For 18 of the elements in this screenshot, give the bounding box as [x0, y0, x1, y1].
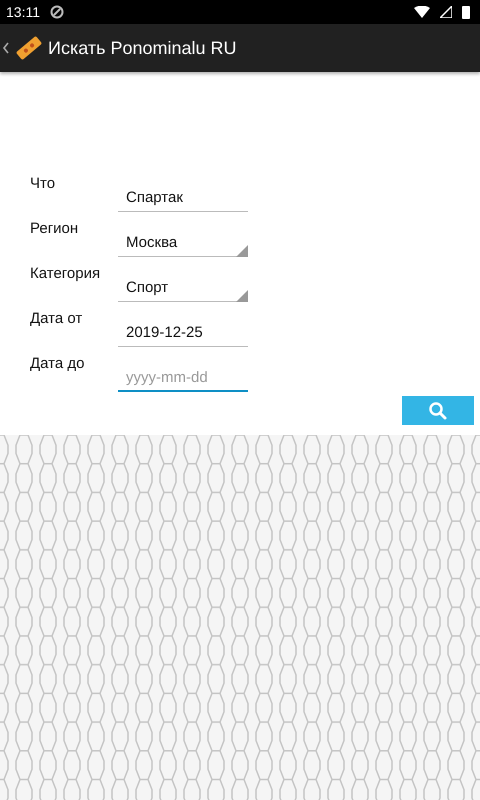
field-label: Категория — [30, 264, 102, 282]
field-label: Дата до — [30, 354, 86, 372]
battery-icon — [462, 5, 470, 19]
search-icon — [428, 400, 448, 420]
back-icon[interactable] — [2, 41, 10, 55]
field-label: Регион — [30, 219, 80, 237]
app-title: Искать Ponominalu RU — [48, 38, 237, 58]
dropdown[interactable]: Москва — [118, 225, 248, 257]
status-time: 13:11 — [6, 4, 40, 20]
dropdown-triangle-icon — [236, 290, 248, 302]
wifi-icon — [414, 6, 430, 18]
field-label: Что — [30, 174, 56, 192]
input-field[interactable]: yyyy-mm-dd — [118, 360, 248, 392]
signal-icon — [440, 6, 452, 18]
field-label: Дата от — [30, 309, 84, 327]
dropdown-triangle-icon — [236, 245, 248, 257]
input-field[interactable]: 2019-12-25 — [118, 315, 248, 347]
input-field[interactable]: Спартак — [118, 180, 248, 212]
